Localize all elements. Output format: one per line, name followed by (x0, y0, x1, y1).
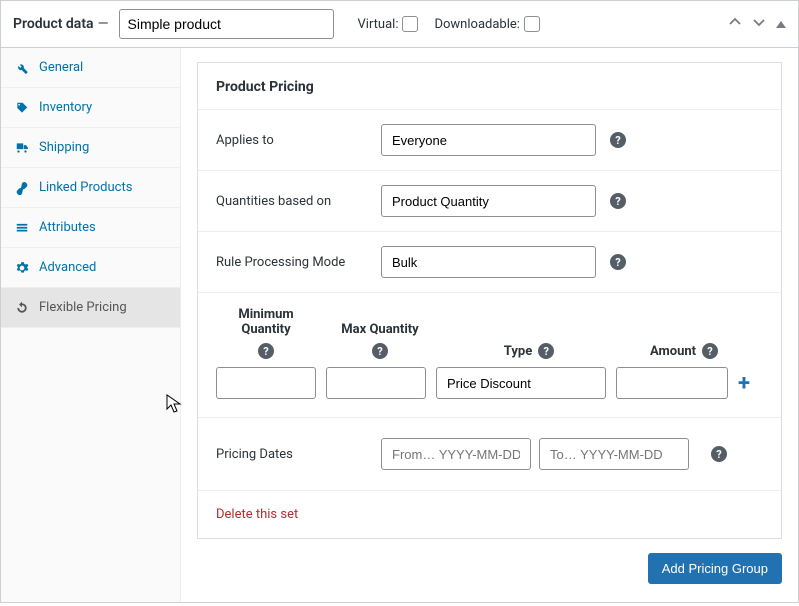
product-data-panel: Product data — Simple product Virtual: D… (0, 0, 799, 603)
sidebar-item-label: General (39, 60, 83, 75)
link-icon (15, 181, 29, 195)
col-max-header: Max Quantity ? (330, 322, 430, 359)
mode-select[interactable]: Bulk (381, 246, 596, 278)
applies-to-label: Applies to (216, 133, 381, 148)
sidebar-item-general[interactable]: General (1, 48, 180, 88)
help-icon[interactable]: ? (372, 343, 388, 359)
delete-set-link[interactable]: Delete this set (198, 490, 781, 538)
help-icon[interactable]: ? (711, 446, 727, 462)
header-label: Product data (13, 16, 94, 32)
main-content: Product Pricing Applies to Everyone ? Qu… (181, 48, 798, 602)
help-icon[interactable]: ? (538, 343, 554, 359)
help-icon[interactable]: ? (610, 193, 626, 209)
sidebar-item-label: Advanced (39, 260, 96, 275)
col-type-header: Type ? (444, 343, 614, 359)
truck-icon (15, 141, 29, 155)
sidebar-item-inventory[interactable]: Inventory (1, 88, 180, 128)
sidebar-item-flexible-pricing[interactable]: Flexible Pricing (1, 288, 180, 328)
qty-based-label: Quantities based on (216, 194, 381, 209)
help-icon[interactable]: ? (610, 254, 626, 270)
card-footer: Add Pricing Group (197, 539, 782, 588)
downloadable-label[interactable]: Downloadable: (434, 16, 539, 32)
applies-to-row: Applies to Everyone ? (198, 109, 781, 170)
add-pricing-group-button[interactable]: Add Pricing Group (648, 553, 782, 584)
wrench-icon (15, 61, 29, 75)
header-reorder-icons (728, 15, 786, 33)
mode-row: Rule Processing Mode Bulk ? (198, 231, 781, 292)
help-icon[interactable]: ? (258, 343, 274, 359)
help-icon[interactable]: ? (610, 132, 626, 148)
max-qty-input[interactable] (326, 367, 426, 399)
to-date-input[interactable] (539, 438, 689, 470)
list-icon (15, 221, 29, 235)
sidebar-item-label: Shipping (39, 140, 89, 155)
qty-based-row: Quantities based on Product Quantity ? (198, 170, 781, 231)
type-select[interactable]: Price Discount (436, 367, 606, 399)
amount-input[interactable] (616, 367, 728, 399)
col-min-header: Minimum Quantity ? (216, 307, 316, 359)
product-type-select[interactable]: Simple product (119, 9, 334, 39)
sidebar-item-label: Linked Products (39, 180, 132, 195)
qty-based-select[interactable]: Product Quantity (381, 185, 596, 217)
dates-row: Pricing Dates ? (198, 417, 781, 490)
downloadable-checkbox[interactable] (524, 16, 540, 32)
sidebar-item-label: Flexible Pricing (39, 300, 127, 315)
panel-body: General Inventory Shipping Linked Produc… (1, 48, 798, 602)
pricing-title: Product Pricing (198, 63, 781, 109)
col-amount-header: Amount ? (628, 343, 740, 359)
sidebar-item-advanced[interactable]: Advanced (1, 248, 180, 288)
mode-label: Rule Processing Mode (216, 255, 381, 270)
pricing-card: Product Pricing Applies to Everyone ? Qu… (197, 62, 782, 539)
quantity-rule-row: Minimum Quantity ? Max Quantity ? Type ? (198, 292, 781, 417)
header-dash: — (98, 16, 109, 32)
add-row-icon[interactable]: + (738, 371, 750, 396)
virtual-checkbox[interactable] (402, 16, 418, 32)
sidebar-item-label: Attributes (39, 220, 96, 235)
move-down-icon[interactable] (752, 15, 766, 33)
dates-label: Pricing Dates (216, 447, 381, 462)
refresh-icon (15, 301, 29, 315)
sidebar-item-label: Inventory (39, 100, 92, 115)
collapse-icon[interactable] (776, 21, 786, 28)
sidebar: General Inventory Shipping Linked Produc… (1, 48, 181, 602)
move-up-icon[interactable] (728, 15, 742, 33)
sidebar-item-shipping[interactable]: Shipping (1, 128, 180, 168)
virtual-label[interactable]: Virtual: (358, 16, 419, 32)
sidebar-item-linked[interactable]: Linked Products (1, 168, 180, 208)
min-qty-input[interactable] (216, 367, 316, 399)
help-icon[interactable]: ? (702, 343, 718, 359)
tag-icon (15, 101, 29, 115)
from-date-input[interactable] (381, 438, 531, 470)
panel-header: Product data — Simple product Virtual: D… (1, 1, 798, 48)
applies-to-select[interactable]: Everyone (381, 124, 596, 156)
cursor-icon (166, 394, 182, 414)
header-checkboxes: Virtual: Downloadable: (358, 16, 540, 32)
gear-icon (15, 261, 29, 275)
sidebar-item-attributes[interactable]: Attributes (1, 208, 180, 248)
